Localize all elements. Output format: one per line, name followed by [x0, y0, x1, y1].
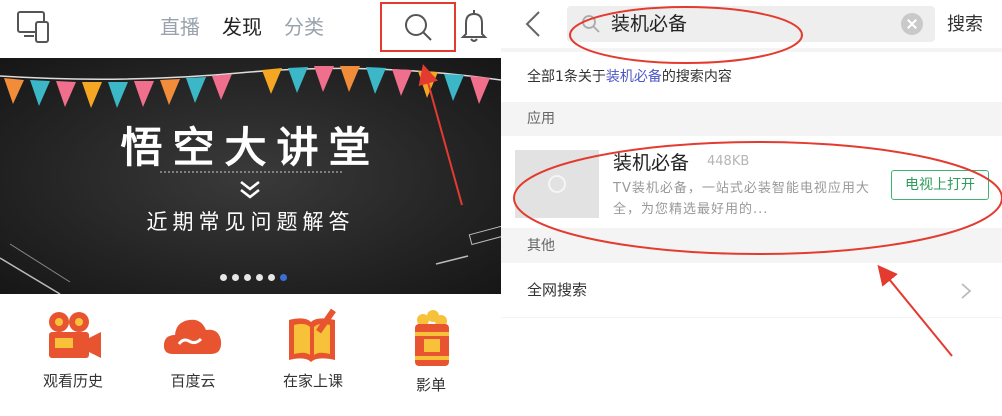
- shortcut-grid: 观看历史 百度云 在家上课 影单: [0, 294, 501, 416]
- search-input[interactable]: 装机必备: [567, 6, 935, 42]
- summary-keyword: 装机必备: [605, 69, 662, 85]
- result-summary: 全部1条关于装机必备的搜索内容: [501, 52, 1002, 102]
- top-bar: 直播 发现 分类: [0, 0, 501, 56]
- app-size: 448KB: [707, 154, 750, 169]
- shortcut-label: 观看历史: [42, 372, 103, 390]
- summary-suffix: 的搜索内容: [661, 69, 732, 85]
- back-chevron-icon[interactable]: [523, 10, 543, 38]
- app-description: TV装机必备，一站式必装智能电视应用大全，为您精选最好用的...: [613, 181, 870, 217]
- promo-banner[interactable]: 悟空大讲堂 近期常见问题解答: [0, 58, 501, 294]
- notebook-pencil-icon: [289, 308, 336, 362]
- carousel-dots[interactable]: [220, 274, 287, 281]
- open-on-tv-button[interactable]: 电视上打开: [891, 170, 989, 200]
- main-tabs: 直播 发现 分类: [160, 12, 324, 42]
- web-search-row[interactable]: 全网搜索: [501, 263, 1002, 317]
- carousel-dot[interactable]: [268, 274, 275, 281]
- search-value: 装机必备: [611, 13, 688, 35]
- section-heading-apps: 应用: [501, 103, 1002, 135]
- carousel-dot[interactable]: [244, 274, 251, 281]
- chevron-right-icon: [961, 283, 972, 299]
- tab-category[interactable]: 分类: [284, 12, 324, 42]
- app-name: 装机必备: [613, 152, 690, 174]
- screenshot-root: 直播 发现 分类 悟空大讲堂 近期常见问题解答 观看历史 百度云 在家上课 影单…: [0, 0, 1002, 416]
- clear-icon[interactable]: [901, 13, 923, 35]
- search-button[interactable]: [380, 2, 456, 52]
- tab-live[interactable]: 直播: [160, 12, 200, 42]
- devices-icon[interactable]: [16, 10, 52, 44]
- web-search-label: 全网搜索: [527, 281, 588, 299]
- section-heading-other: 其他: [501, 230, 1002, 262]
- bell-icon[interactable]: [458, 8, 490, 44]
- tab-discover[interactable]: 发现: [222, 12, 262, 42]
- movie-camera-icon: [49, 312, 101, 358]
- carousel-dot-active[interactable]: [280, 274, 287, 281]
- app-thumbnail: [515, 150, 599, 218]
- shortcut-watch-history[interactable]: 观看历史: [18, 308, 128, 391]
- app-result-row[interactable]: 装机必备 448KB TV装机必备，一站式必装智能电视应用大全，为您精选最好用的…: [501, 136, 1002, 228]
- shortcut-class-at-home[interactable]: 在家上课: [258, 308, 368, 391]
- cloud-icon: [163, 319, 222, 354]
- shortcut-movie-list[interactable]: 影单: [376, 308, 486, 395]
- search-results-screen: 装机必备 搜索 全部1条关于装机必备的搜索内容 应用 装机必备 448KB TV…: [501, 0, 1002, 416]
- search-icon: [582, 15, 600, 33]
- discover-screen: 直播 发现 分类 悟空大讲堂 近期常见问题解答 观看历史 百度云 在家上课 影单: [0, 0, 501, 416]
- search-bar: 装机必备 搜索: [501, 0, 1002, 48]
- shortcut-label: 影单: [415, 376, 446, 394]
- search-icon: [405, 14, 432, 41]
- empty-area: [501, 318, 1002, 416]
- popcorn-bucket-icon: [415, 310, 449, 366]
- play-icon: [548, 175, 566, 193]
- chalk-ruler-decoration: [0, 224, 501, 294]
- carousel-dot[interactable]: [256, 274, 263, 281]
- carousel-dot[interactable]: [220, 274, 227, 281]
- shortcut-label: 百度云: [170, 372, 216, 390]
- carousel-dot[interactable]: [232, 274, 239, 281]
- shortcut-label: 在家上课: [282, 372, 343, 390]
- summary-prefix: 全部1条关于: [527, 69, 606, 85]
- shortcut-baidu-cloud[interactable]: 百度云: [138, 308, 248, 391]
- search-submit-button[interactable]: 搜索: [947, 10, 983, 36]
